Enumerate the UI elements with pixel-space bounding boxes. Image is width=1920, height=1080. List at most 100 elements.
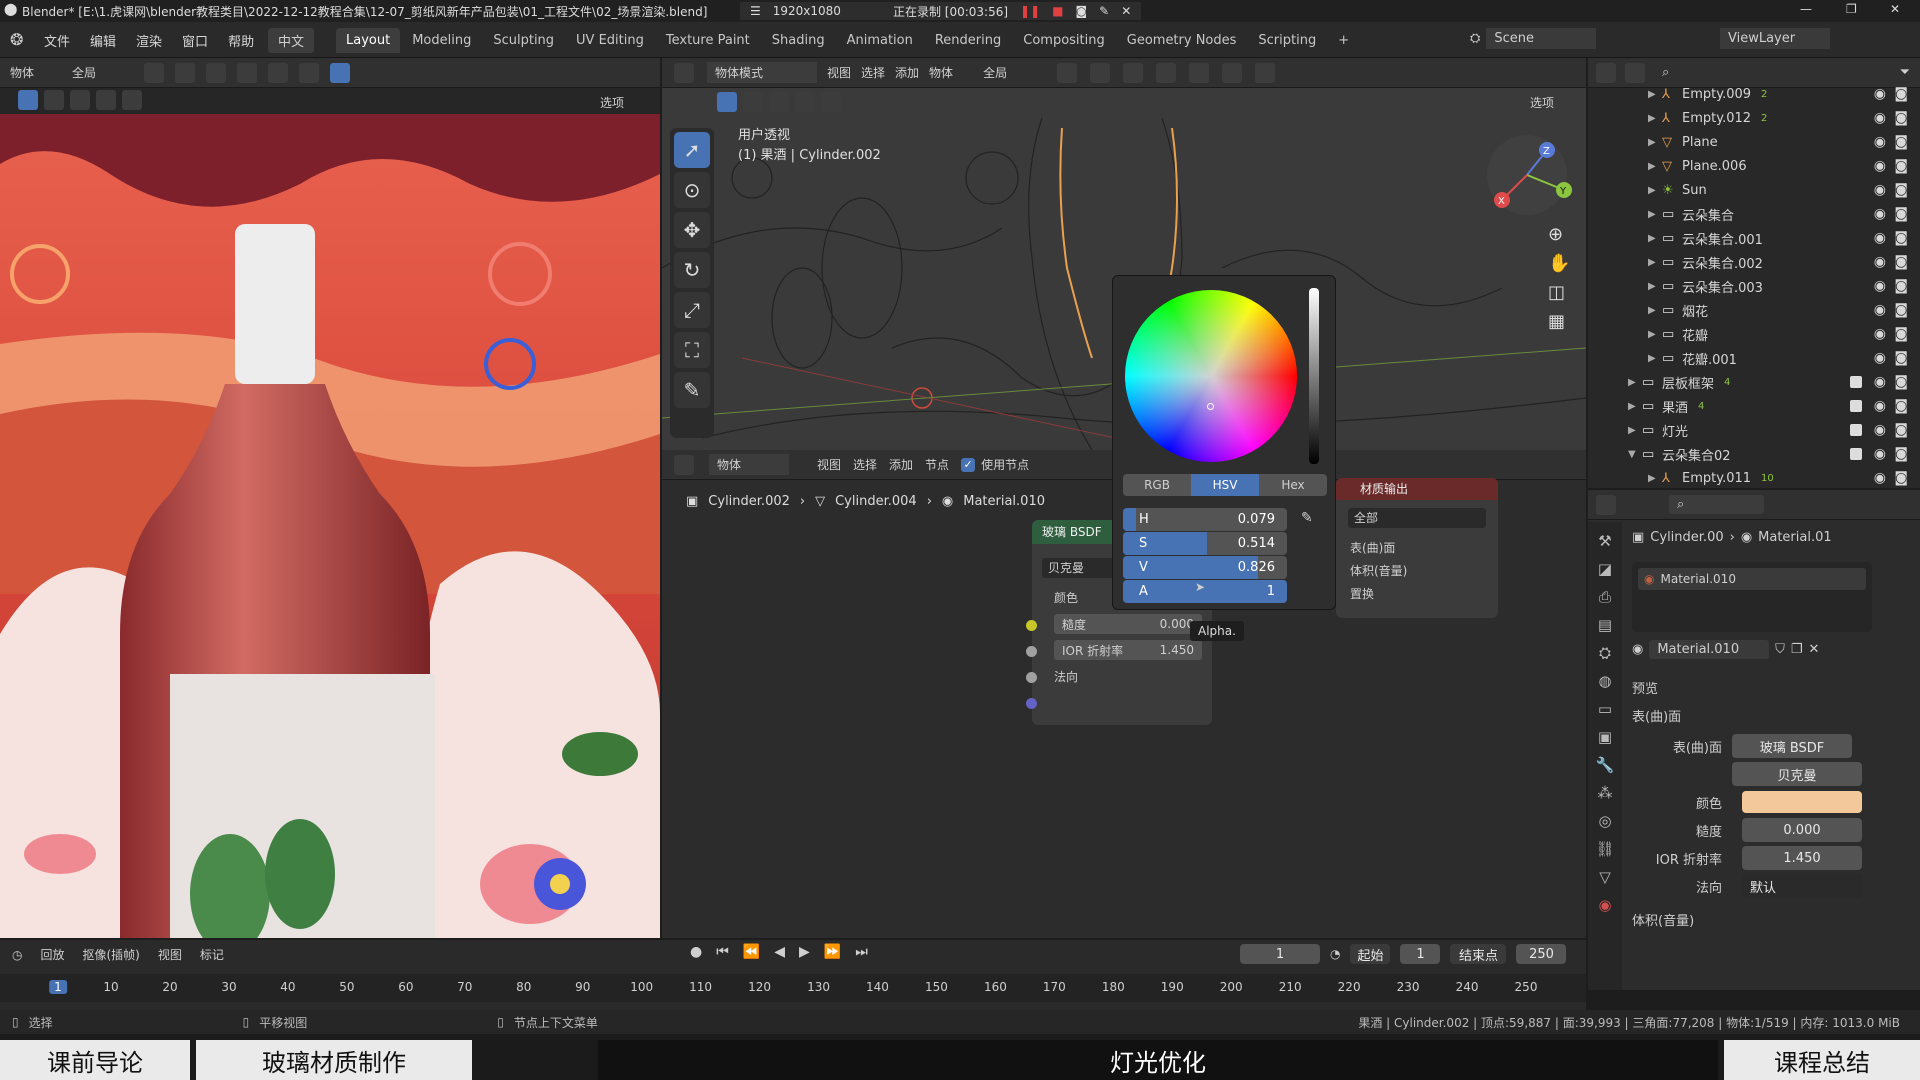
constraints-tab-icon[interactable]: ⛓ xyxy=(1595,840,1614,858)
language-button[interactable]: 中文 xyxy=(268,28,315,53)
outliner-item[interactable]: ▶ ▽ Plane ◉ ◙ xyxy=(1588,130,1920,154)
ior-socket[interactable] xyxy=(1026,672,1037,683)
object-mode-menu[interactable]: 物体模式 xyxy=(707,62,817,83)
object-tab-icon[interactable]: ▣ xyxy=(1598,728,1612,746)
shading-rendered-icon[interactable] xyxy=(330,62,351,83)
jump-start-icon[interactable]: ⏮ xyxy=(716,944,729,960)
keying-menu[interactable]: 抠像(插帧) xyxy=(83,946,140,963)
expand-arrow-icon[interactable]: ▶ xyxy=(1648,209,1662,220)
props-search-icon[interactable]: ⌕ xyxy=(1669,495,1765,514)
outliner-item[interactable]: ▶ ▭ 灯光 ◉ ◙ xyxy=(1588,418,1920,442)
vp-menu-view[interactable]: 视图 xyxy=(827,64,851,81)
vp-shading-material-icon[interactable] xyxy=(1255,62,1276,83)
expand-arrow-icon[interactable]: ▶ xyxy=(1648,89,1662,100)
vp-select-extend-icon[interactable] xyxy=(743,92,763,112)
pause-icon[interactable]: ❚❚ xyxy=(1020,4,1040,18)
volume-section[interactable]: 体积(音量) xyxy=(1632,908,1912,936)
render-camera-icon[interactable]: ◙ xyxy=(1894,302,1908,318)
outliner-item[interactable]: ▶ ▭ 云朵集合 ◉ ◙ xyxy=(1588,202,1920,226)
outliner-item[interactable]: ▶ ▭ 烟花 ◉ ◙ xyxy=(1588,298,1920,322)
tab-compositing[interactable]: Compositing xyxy=(1013,28,1115,53)
render-camera-icon[interactable]: ◙ xyxy=(1894,86,1908,102)
exclude-checkbox[interactable] xyxy=(1850,400,1862,412)
props-ior-field[interactable]: 1.450 xyxy=(1742,846,1862,870)
vp-overlay-icon[interactable] xyxy=(1156,62,1177,83)
outliner-item[interactable]: ▶ ⅄ Empty.009 2 ◉ ◙ xyxy=(1588,82,1920,106)
props-roughness-field[interactable]: 0.000 xyxy=(1742,818,1862,842)
visibility-eye-icon[interactable]: ◉ xyxy=(1874,398,1886,414)
material-output-header[interactable]: 材质输出 xyxy=(1336,478,1498,500)
render-camera-icon[interactable]: ◙ xyxy=(1894,110,1908,126)
vp-select-invert-icon[interactable] xyxy=(795,92,815,112)
render-camera-icon[interactable]: ◙ xyxy=(1894,350,1908,366)
collection-tab-icon[interactable]: ▭ xyxy=(1598,700,1612,718)
ior-field[interactable]: IOR 折射率 1.450 xyxy=(1054,640,1202,660)
render-camera-icon[interactable]: ◙ xyxy=(1894,254,1908,270)
color-picker-popup[interactable]: RGB HSV Hex H 0.079 S 0.514 V 0.826 A 1 ✎ ➤ xyxy=(1112,275,1336,610)
vp-menu-add[interactable]: 添加 xyxy=(895,64,919,81)
shading-material-icon[interactable] xyxy=(299,62,320,83)
select-extend-icon[interactable] xyxy=(44,90,64,110)
expand-arrow-icon[interactable]: ▶ xyxy=(1628,377,1642,388)
play-icon[interactable]: ▶ xyxy=(799,944,810,960)
visibility-eye-icon[interactable]: ◉ xyxy=(1874,182,1886,198)
cursor-tool-icon[interactable]: ⊙ xyxy=(674,172,710,208)
camera-icon[interactable]: ◙ xyxy=(1075,4,1087,18)
outliner-item[interactable]: ▶ ▭ 花瓣 ◉ ◙ xyxy=(1588,322,1920,346)
select-subtract-icon[interactable] xyxy=(70,90,90,110)
visibility-eye-icon[interactable]: ◉ xyxy=(1874,470,1886,486)
tab-texture-paint[interactable]: Texture Paint xyxy=(656,28,760,53)
view-layer-tab-icon[interactable]: ▤ xyxy=(1598,616,1612,634)
scene-name[interactable]: Scene xyxy=(1486,28,1597,49)
tab-sculpting[interactable]: Sculpting xyxy=(483,28,564,53)
outliner-item[interactable]: ▶ ☀ Sun ◉ ◙ xyxy=(1588,178,1920,202)
annotate-tool-icon[interactable]: ✎ xyxy=(674,372,710,408)
node-object-menu[interactable]: 物体 xyxy=(709,454,789,475)
tab-animation[interactable]: Animation xyxy=(837,28,923,53)
material-slots-list[interactable]: ◉ Material.010 xyxy=(1632,562,1872,632)
tab-scripting[interactable]: Scripting xyxy=(1248,28,1326,53)
vp-menu-select[interactable]: 选择 xyxy=(861,64,885,81)
zoom-icon[interactable]: ⊕ xyxy=(1548,224,1570,245)
outliner-editor-icon[interactable] xyxy=(1596,62,1616,83)
marker-menu[interactable]: 标记 xyxy=(200,946,224,963)
color-cursor[interactable] xyxy=(1207,403,1214,410)
render-camera-icon[interactable]: ◙ xyxy=(1894,134,1908,150)
move-tool-icon[interactable]: ✥ xyxy=(674,212,710,248)
use-nodes-checkbox[interactable]: ✓ xyxy=(961,457,976,472)
visibility-eye-icon[interactable]: ◉ xyxy=(1874,302,1886,318)
visibility-eye-icon[interactable]: ◉ xyxy=(1874,374,1886,390)
color-socket[interactable] xyxy=(1026,620,1037,631)
tab-rgb[interactable]: RGB xyxy=(1123,478,1191,492)
outliner-item[interactable]: ▶ ▭ 果酒 4 ◉ ◙ xyxy=(1588,394,1920,418)
expand-arrow-icon[interactable]: ▶ xyxy=(1648,233,1662,244)
timeline-editor-icon[interactable]: ◷ xyxy=(12,948,22,962)
outliner-item[interactable]: ▶ ⅄ Empty.011 10 ◉ ◙ xyxy=(1588,466,1920,490)
current-frame-field[interactable]: 1 xyxy=(1240,944,1320,964)
menu-file[interactable]: 文件 xyxy=(44,31,70,50)
outliner-item[interactable]: ▶ ▭ 层板框架 4 ◉ ◙ xyxy=(1588,370,1920,394)
visibility-eye-icon[interactable]: ◉ xyxy=(1874,134,1886,150)
browse-material-icon[interactable]: ◉ xyxy=(1632,642,1643,657)
ortho-grid-icon[interactable]: ▦ xyxy=(1548,311,1570,332)
expand-arrow-icon[interactable]: ▶ xyxy=(1648,281,1662,292)
viewlayer-name[interactable]: ViewLayer xyxy=(1720,28,1830,49)
outliner-item[interactable]: ▶ ▭ 云朵集合.001 ◉ ◙ xyxy=(1588,226,1920,250)
left-global-menu[interactable]: 全局 xyxy=(72,64,96,81)
outliner-item[interactable]: ▶ ▭ 云朵集合.002 ◉ ◙ xyxy=(1588,250,1920,274)
left-options-menu[interactable]: 选项 xyxy=(600,94,624,111)
surface-shader-field[interactable]: 玻璃 BSDF xyxy=(1732,734,1852,758)
visibility-eye-icon[interactable]: ◉ xyxy=(1874,86,1886,102)
world-tab-icon[interactable]: ◍ xyxy=(1598,672,1611,690)
material-name-field[interactable]: Material.010 xyxy=(1649,640,1770,659)
visibility-eye-icon[interactable]: ◉ xyxy=(1874,110,1886,126)
render-camera-icon[interactable]: ◙ xyxy=(1894,278,1908,294)
prev-key-icon[interactable]: ⏪ xyxy=(743,944,760,960)
tab-hex[interactable]: Hex xyxy=(1259,478,1327,492)
tab-rendering[interactable]: Rendering xyxy=(925,28,1011,53)
vp-select-intersect-icon[interactable] xyxy=(821,92,841,112)
outliner-display-icon[interactable] xyxy=(1625,62,1645,83)
viewlayer-selector[interactable]: ViewLayer xyxy=(1720,28,1830,49)
vp-options-menu[interactable]: 选项 xyxy=(1530,94,1554,111)
node-editor-type-icon[interactable] xyxy=(674,454,694,475)
